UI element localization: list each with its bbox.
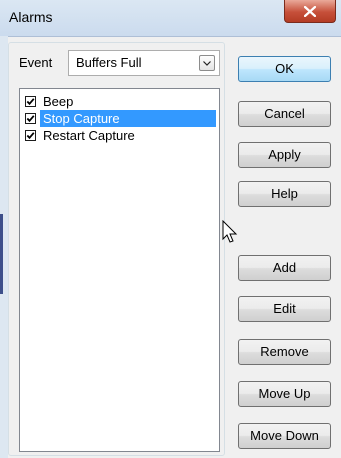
alarms-dialog: Alarms Event Buffers Full Beep Stop Capt… [0, 0, 341, 458]
list-item-restart-capture[interactable]: Restart Capture [25, 127, 218, 144]
add-button[interactable]: Add [238, 255, 331, 281]
dropdown-button[interactable] [199, 55, 215, 71]
edit-button[interactable]: Edit [238, 296, 331, 322]
list-item-label: Beep [43, 94, 74, 109]
edge-accent [0, 214, 3, 294]
close-icon [304, 5, 316, 17]
mouse-pointer-icon [222, 220, 238, 243]
restart-capture-checkbox[interactable] [25, 130, 36, 141]
cancel-button[interactable]: Cancel [238, 101, 331, 127]
window-title: Alarms [9, 9, 53, 25]
event-dropdown-value: Buffers Full [76, 55, 142, 70]
move-up-button[interactable]: Move Up [238, 381, 331, 407]
apply-button[interactable]: Apply [238, 142, 331, 168]
beep-checkbox[interactable] [25, 96, 36, 107]
list-item-label: Restart Capture [43, 128, 135, 143]
move-down-button[interactable]: Move Down [238, 423, 331, 449]
list-item-label: Stop Capture [40, 110, 216, 127]
chevron-down-icon [203, 60, 211, 66]
list-item-stop-capture[interactable]: Stop Capture [25, 110, 218, 127]
stop-capture-checkbox[interactable] [25, 113, 36, 124]
event-label: Event [19, 55, 53, 70]
list-item-beep[interactable]: Beep [25, 93, 218, 110]
help-button[interactable]: Help [238, 181, 331, 207]
checkmark-icon [26, 115, 35, 123]
checkmark-icon [26, 132, 35, 140]
checkmark-icon [26, 98, 35, 106]
ok-button[interactable]: OK [238, 56, 331, 82]
event-dropdown[interactable]: Buffers Full [68, 50, 220, 76]
alarm-list[interactable]: Beep Stop Capture Restart Capture [19, 88, 220, 452]
window-left-edge [0, 36, 8, 458]
close-button[interactable] [284, 0, 336, 23]
remove-button[interactable]: Remove [238, 339, 331, 365]
title-bar[interactable]: Alarms [0, 0, 341, 37]
